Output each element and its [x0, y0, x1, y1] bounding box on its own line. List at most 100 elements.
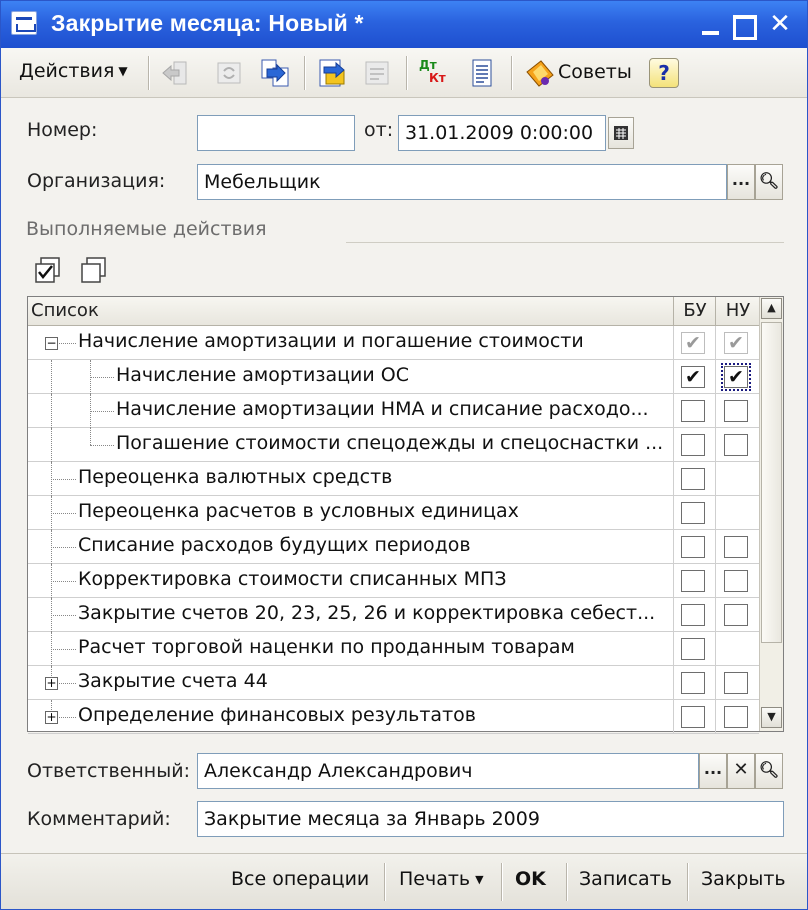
number-field[interactable]	[197, 115, 355, 151]
expand-icon[interactable]: +	[45, 677, 58, 690]
table-row[interactable]: Начисление амортизации ОС ✔ ✔	[28, 360, 759, 394]
save-button[interactable]: Записать	[579, 868, 672, 890]
table-row[interactable]: Начисление амортизации НМА и списание ра…	[28, 394, 759, 428]
collapse-icon[interactable]: −	[45, 337, 58, 350]
all-operations-button[interactable]: Все операции	[231, 868, 369, 890]
bu-checkbox[interactable]	[681, 400, 705, 422]
responsible-clear-button[interactable]: ✕	[727, 753, 755, 789]
tree-connector	[51, 394, 52, 428]
table-row[interactable]: + Закрытие счета 44	[28, 666, 759, 700]
bottom-command-bar: Все операции Печать ▼ OK Записать Закрыть	[1, 853, 807, 909]
dt-kt-entries-icon[interactable]: Дт Кт	[417, 57, 449, 89]
table-row[interactable]: Погашение стоимости спецодежды и спецосн…	[28, 428, 759, 462]
advice-button[interactable]: Советы	[558, 61, 632, 83]
column-header-list[interactable]: Список	[31, 300, 99, 321]
minimize-button[interactable]	[699, 13, 725, 37]
report-list-icon[interactable]	[466, 57, 498, 89]
bu-checkbox[interactable]	[681, 706, 705, 728]
transfer-icon[interactable]	[259, 57, 291, 89]
advice-icon[interactable]	[523, 57, 557, 89]
nu-checkbox[interactable]	[724, 536, 748, 558]
nu-checkbox[interactable]	[724, 706, 748, 728]
row-label: Начисление амортизации и погашение стоим…	[78, 330, 584, 352]
column-divider	[673, 598, 674, 632]
nu-checkbox[interactable]	[724, 604, 748, 626]
calendar-icon	[614, 126, 628, 140]
print-label: Печать	[399, 868, 471, 890]
table-row[interactable]: Списание расходов будущих периодов	[28, 530, 759, 564]
table-row[interactable]: Расчет торговой наценки по проданным тов…	[28, 632, 759, 666]
dropdown-arrow-icon: ▼	[475, 873, 484, 886]
close-window-button[interactable]: ✕	[767, 11, 793, 37]
title-bar[interactable]: Закрытие месяца: Новый * ✕	[1, 1, 807, 48]
tree-connector	[51, 428, 52, 462]
nu-checkbox[interactable]: ✔	[721, 363, 751, 391]
nu-checkbox[interactable]	[724, 570, 748, 592]
toolbar-separator	[406, 56, 408, 90]
toolbar: Действия ▼ Дт Кт Советы ?	[1, 48, 807, 98]
bu-checkbox[interactable]	[681, 536, 705, 558]
nu-checkbox[interactable]	[724, 672, 748, 694]
uncheck-all-icon[interactable]	[79, 256, 109, 286]
organization-search-button[interactable]: 🔍︎	[755, 164, 783, 200]
section-title: Выполняемые действия	[26, 218, 267, 240]
column-header-nu[interactable]: НУ	[717, 300, 759, 321]
bu-checkbox[interactable]	[681, 638, 705, 660]
unpost-document-icon[interactable]	[361, 57, 393, 89]
bu-checkbox[interactable]	[681, 468, 705, 490]
calendar-button[interactable]	[608, 117, 634, 149]
check-all-icon[interactable]	[33, 256, 63, 286]
print-menu-button[interactable]: Печать ▼	[399, 868, 484, 890]
go-back-icon[interactable]	[159, 57, 191, 89]
column-divider	[673, 326, 674, 360]
scroll-down-button[interactable]: ▼	[761, 707, 782, 728]
table-row[interactable]: Переоценка расчетов в условных единицах	[28, 496, 759, 530]
bu-checkbox[interactable]	[681, 570, 705, 592]
table-header: Список БУ НУ	[28, 297, 759, 326]
responsible-search-button[interactable]: 🔍︎	[755, 753, 783, 789]
organization-field[interactable]: Мебельщик	[197, 164, 727, 200]
table-row[interactable]: Корректировка стоимости списанных МПЗ	[28, 564, 759, 598]
responsible-select-button[interactable]: ...	[699, 753, 727, 789]
responsible-field[interactable]: Александр Александрович	[197, 753, 699, 789]
toolbar-separator	[304, 56, 306, 90]
table-row[interactable]: − Начисление амортизации и погашение стои…	[28, 326, 759, 360]
bu-checkbox[interactable]	[681, 434, 705, 456]
table-row[interactable]: + Определение финансовых результатов	[28, 700, 759, 734]
row-label: Списание расходов будущих периодов	[78, 534, 471, 556]
actions-menu-button[interactable]: Действия ▼	[19, 60, 128, 82]
bu-checkbox[interactable]	[681, 502, 705, 524]
scroll-thumb[interactable]	[761, 322, 782, 643]
column-divider	[715, 666, 716, 700]
refresh-icon[interactable]	[213, 57, 245, 89]
comment-field[interactable]: Закрытие месяца за Январь 2009	[197, 801, 784, 837]
bu-checkbox[interactable]	[681, 604, 705, 626]
post-document-icon[interactable]	[316, 57, 348, 89]
ok-button[interactable]: OK	[515, 868, 546, 890]
table-row[interactable]: Переоценка валютных средств	[28, 462, 759, 496]
bu-checkbox[interactable]	[681, 672, 705, 694]
maximize-button[interactable]	[731, 13, 757, 40]
organization-select-button[interactable]: ...	[727, 164, 755, 200]
tree-connector	[59, 683, 76, 684]
nu-checkbox[interactable]	[724, 434, 748, 456]
column-header-bu[interactable]: БУ	[675, 300, 715, 321]
scroll-up-button[interactable]: ▲	[761, 298, 782, 319]
vertical-scrollbar[interactable]: ▲ ▼	[759, 297, 783, 731]
table-row[interactable]: Закрытие счетов 20, 23, 25, 26 и коррект…	[28, 598, 759, 632]
comment-label: Комментарий:	[27, 808, 171, 830]
tree-connector	[51, 360, 52, 394]
tree-connector	[90, 377, 114, 378]
help-button[interactable]: ?	[649, 58, 679, 88]
tree-connector	[51, 632, 52, 666]
date-field[interactable]: 31.01.2009 0:00:00	[398, 115, 606, 151]
nu-checkbox[interactable]	[724, 400, 748, 422]
close-button[interactable]: Закрыть	[701, 868, 786, 890]
actions-table[interactable]: Список БУ НУ − Начисление амортизации и п…	[27, 296, 784, 734]
date-label: от:	[364, 119, 394, 141]
tree-connector	[51, 615, 76, 616]
column-divider	[715, 598, 716, 632]
expand-icon[interactable]: +	[45, 711, 58, 724]
bu-checkbox[interactable]: ✔	[681, 366, 705, 388]
row-label: Начисление амортизации ОС	[116, 364, 409, 386]
